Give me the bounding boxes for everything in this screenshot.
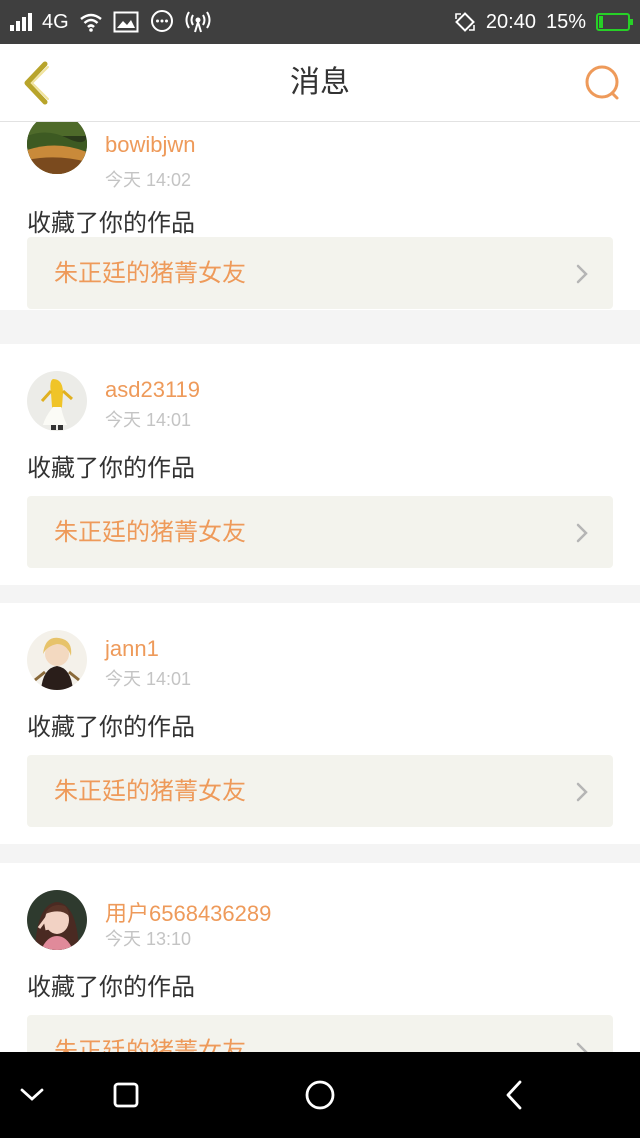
work-title: 朱正廷的猪菁女友 (54, 1037, 246, 1052)
system-nav-bar (0, 1052, 640, 1138)
back-button[interactable] (14, 58, 58, 108)
work-title: 朱正廷的猪菁女友 (54, 777, 246, 805)
work-link[interactable]: 朱正廷的猪菁女友 (27, 496, 613, 568)
status-left: 4G (10, 0, 211, 44)
username[interactable]: 用户6568436289 (105, 896, 271, 928)
chevron-right-icon (576, 782, 588, 802)
username[interactable]: jann1 (105, 636, 159, 662)
landscape-avatar[interactable] (27, 122, 87, 174)
circle-icon (305, 1080, 335, 1110)
chevron-right-icon (576, 1042, 588, 1052)
back-triangle-icon (506, 1080, 522, 1110)
message-card: 用户6568436289 今天 13:10 收藏了你的作品 朱正廷的猪菁女友 (0, 863, 640, 1052)
message-time: 今天 14:01 (105, 410, 192, 430)
home-button[interactable] (295, 1070, 345, 1120)
message-card: asd23119 今天 14:01 收藏了你的作品 朱正廷的猪菁女友 (0, 344, 640, 585)
status-right: 20:40 15% (454, 0, 633, 44)
message-time: 今天 13:10 (105, 929, 192, 949)
message-time: 今天 14:01 (105, 669, 192, 689)
work-link[interactable]: 朱正廷的猪菁女友 (27, 237, 613, 309)
banana-avatar[interactable] (27, 371, 87, 431)
recents-button[interactable] (101, 1070, 151, 1120)
character-avatar[interactable] (27, 630, 87, 690)
work-title: 朱正廷的猪菁女友 (54, 259, 246, 287)
chevron-down-icon (20, 1088, 44, 1101)
username[interactable]: asd23119 (105, 377, 200, 403)
username[interactable]: bowibjwn (105, 132, 196, 158)
app-header: 消息 (0, 44, 640, 122)
battery-icon (596, 13, 633, 31)
clock: 20:40 (485, 10, 536, 33)
message-card: bowibjwn 今天 14:02 收藏了你的作品 朱正廷的猪菁女友 (0, 122, 640, 310)
hide-navbar-button[interactable] (7, 1070, 57, 1120)
action-text: 收藏了你的作品 (27, 209, 195, 237)
page-title: 消息 (290, 65, 350, 100)
chevron-right-icon (576, 264, 588, 284)
work-link[interactable]: 朱正廷的猪菁女友 (27, 1015, 613, 1052)
message-time: 今天 14:02 (105, 170, 192, 190)
status-bar: 4G 20:40 15% (0, 0, 640, 44)
person-avatar[interactable] (27, 890, 87, 950)
network-type: 4G (42, 10, 69, 33)
chat-bubble-icon (150, 10, 173, 32)
wifi-icon (79, 13, 102, 32)
square-icon (113, 1082, 139, 1108)
hotspot-icon (185, 11, 211, 33)
signal-icon (10, 13, 32, 31)
chevron-left-icon (24, 61, 49, 105)
chevron-right-icon (576, 523, 588, 543)
battery-percent: 15% (545, 10, 586, 33)
search-button[interactable] (580, 60, 626, 106)
action-text: 收藏了你的作品 (27, 973, 195, 1001)
search-icon (585, 65, 619, 100)
work-link[interactable]: 朱正廷的猪菁女友 (27, 755, 613, 827)
rotate-icon (455, 12, 475, 32)
message-card: jann1 今天 14:01 收藏了你的作品 朱正廷的猪菁女友 (0, 603, 640, 844)
work-title: 朱正廷的猪菁女友 (54, 518, 246, 546)
image-icon (113, 11, 139, 33)
battery-fill (599, 16, 603, 28)
action-text: 收藏了你的作品 (27, 454, 195, 482)
message-list[interactable]: bowibjwn 今天 14:02 收藏了你的作品 朱正廷的猪菁女友 asd23… (0, 122, 640, 1052)
action-text: 收藏了你的作品 (27, 713, 195, 741)
back-nav-button[interactable] (489, 1070, 539, 1120)
